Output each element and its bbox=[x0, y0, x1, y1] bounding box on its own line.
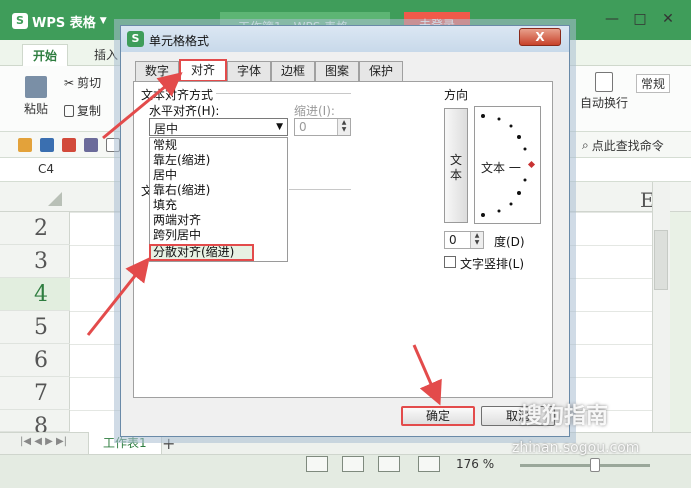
copy-button[interactable]: 复制 bbox=[64, 102, 101, 119]
text-align-section-label: 文本对齐方式 bbox=[141, 86, 217, 103]
dropdown-option[interactable]: 靠左(缩进) bbox=[150, 153, 287, 168]
zoom-level: 176 % bbox=[456, 457, 495, 471]
horizontal-align-select[interactable]: 居中 ▼ bbox=[149, 118, 288, 136]
chevron-down-icon: ▼ bbox=[99, 16, 107, 26]
vertical-scrollbar[interactable] bbox=[652, 182, 670, 432]
row-header[interactable]: 3 bbox=[0, 245, 70, 278]
open-folder-icon[interactable] bbox=[18, 138, 32, 152]
wrap-text-button[interactable]: 自动换行 bbox=[580, 72, 628, 111]
degree-stepper[interactable]: 0 ▲ ▼ bbox=[444, 231, 484, 249]
find-command-label: 点此查找命令 bbox=[591, 139, 664, 153]
degree-label: 度(D) bbox=[494, 235, 525, 249]
wps-logo-icon: S bbox=[127, 31, 144, 47]
format-cells-dialog: S 单元格格式 X 数字 对齐 字体 边框 图案 保护 文本对齐方式 水平对齐(… bbox=[120, 25, 570, 437]
paste-label: 粘贴 bbox=[24, 102, 49, 116]
vertical-text-checkbox[interactable] bbox=[444, 256, 456, 268]
reading-mode-icon[interactable] bbox=[418, 456, 440, 472]
dropdown-option[interactable]: 两端对齐 bbox=[150, 213, 287, 228]
wps-logo-icon: S bbox=[12, 13, 28, 29]
horizontal-align-dropdown: 常规 靠左(缩进) 居中 靠右(缩进) 填充 两端对齐 跨列居中 分散对齐(缩进… bbox=[149, 137, 288, 262]
tab-protection[interactable]: 保护 bbox=[359, 61, 403, 81]
dropdown-option[interactable]: 填充 bbox=[150, 198, 287, 213]
dropdown-option-distributed[interactable]: 分散对齐(缩进) bbox=[149, 244, 254, 261]
row-header[interactable]: 6 bbox=[0, 344, 70, 377]
page-layout-icon[interactable] bbox=[342, 456, 364, 472]
dropdown-option[interactable]: 居中 bbox=[150, 168, 287, 183]
tab-border[interactable]: 边框 bbox=[271, 61, 315, 81]
tab-pattern[interactable]: 图案 bbox=[315, 61, 359, 81]
preview-icon[interactable] bbox=[106, 138, 120, 152]
section-rule bbox=[289, 189, 351, 190]
zoom-slider[interactable] bbox=[520, 464, 650, 467]
degree-value: 0 bbox=[449, 233, 457, 247]
dropdown-option[interactable]: 跨列居中 bbox=[150, 228, 287, 243]
vertical-text-checkbox-label: 文字竖排(L) bbox=[460, 257, 525, 271]
normal-view-icon[interactable] bbox=[306, 456, 328, 472]
copy-icon bbox=[64, 104, 74, 117]
app-menu-button[interactable]: S WPS 表格 ▼ bbox=[8, 10, 115, 32]
row-header[interactable]: 2 bbox=[0, 212, 70, 245]
vertical-text-toggle[interactable]: 文本 bbox=[444, 108, 468, 223]
row-header[interactable]: 5 bbox=[0, 311, 70, 344]
cut-button[interactable]: ✂ 剪切 bbox=[64, 74, 101, 91]
scissors-icon: ✂ bbox=[64, 75, 75, 90]
row-header-selected[interactable]: 4 bbox=[0, 278, 70, 311]
app-name: WPS 表格 bbox=[32, 15, 96, 31]
find-command[interactable]: ⌕ 点此查找命令 bbox=[582, 137, 664, 154]
tab-home[interactable]: 开始 bbox=[22, 44, 69, 66]
cut-label: 剪切 bbox=[77, 76, 102, 90]
stepper-arrows-icon: ▲ ▼ bbox=[337, 119, 350, 135]
pdf-icon[interactable] bbox=[62, 138, 76, 152]
tab-number[interactable]: 数字 bbox=[135, 61, 179, 81]
wrap-text-icon bbox=[595, 72, 613, 92]
stepper-arrows-icon: ▲ ▼ bbox=[470, 232, 483, 248]
scrollbar-thumb[interactable] bbox=[654, 230, 668, 290]
wrap-text-label: 自动换行 bbox=[580, 96, 629, 110]
row-header[interactable]: 7 bbox=[0, 377, 70, 410]
zoom-slider-knob[interactable] bbox=[590, 458, 600, 472]
indent-label: 缩进(I): bbox=[294, 104, 335, 118]
dialog-title: 单元格格式 bbox=[149, 34, 210, 48]
sheet-nav-icon[interactable]: |◀ ◀ ▶ ▶| bbox=[20, 436, 67, 447]
indent-stepper[interactable]: 0 ▲ ▼ bbox=[294, 118, 351, 136]
chevron-down-icon: ▼ bbox=[276, 122, 283, 132]
page-break-icon[interactable] bbox=[378, 456, 400, 472]
horizontal-align-label: 水平对齐(H): bbox=[149, 104, 220, 118]
save-icon[interactable] bbox=[40, 138, 54, 152]
dropdown-option[interactable]: 靠右(缩进) bbox=[150, 183, 287, 198]
name-box[interactable]: C4 bbox=[38, 162, 54, 176]
dial-text: 文本 一 bbox=[481, 161, 521, 175]
row-header[interactable]: 8 bbox=[0, 410, 70, 439]
orientation-dial[interactable]: 文本 一 bbox=[474, 106, 541, 224]
row-headers: 2 3 4 5 6 7 8 bbox=[0, 212, 70, 439]
dropdown-option[interactable]: 常规 bbox=[150, 138, 287, 153]
indent-value: 0 bbox=[299, 120, 307, 134]
ok-button[interactable]: 确定 bbox=[401, 406, 475, 426]
maximize-button[interactable]: □ bbox=[628, 8, 652, 30]
orientation-label: 方向 bbox=[444, 88, 469, 102]
dialog-close-button[interactable]: X bbox=[519, 28, 561, 46]
dialog-title-bar[interactable]: S 单元格格式 X bbox=[121, 26, 569, 52]
close-window-button[interactable]: ✕ bbox=[656, 8, 680, 30]
number-format-select[interactable]: 常规 bbox=[636, 74, 671, 93]
copy-label: 复制 bbox=[77, 104, 102, 118]
minimize-button[interactable]: — bbox=[600, 8, 624, 30]
search-icon: ⌕ bbox=[582, 138, 589, 152]
paste-button[interactable]: 粘贴 bbox=[24, 76, 48, 117]
select-all-corner[interactable] bbox=[48, 192, 62, 206]
watermark-url: zhinan.sogou.com bbox=[512, 440, 640, 456]
horizontal-align-value: 居中 bbox=[154, 122, 179, 136]
print-icon[interactable] bbox=[84, 138, 98, 152]
tab-alignment[interactable]: 对齐 bbox=[179, 59, 227, 82]
watermark-text: 搜狗指南 bbox=[520, 404, 609, 429]
vertical-text-label: 文本 bbox=[450, 153, 463, 182]
paste-icon bbox=[25, 76, 47, 98]
tab-font[interactable]: 字体 bbox=[227, 61, 271, 81]
